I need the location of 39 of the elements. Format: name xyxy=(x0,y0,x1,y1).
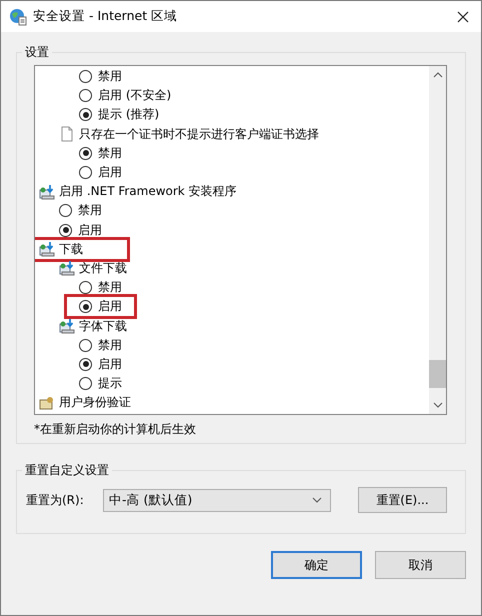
cancel-button[interactable]: 取消 xyxy=(375,551,466,579)
group-title: 设置 xyxy=(24,44,50,61)
radio-option[interactable]: 提示 xyxy=(79,375,122,392)
setting-label: 启用 .NET Framework 安装程序 xyxy=(59,183,237,200)
computer-icon xyxy=(59,260,75,276)
setting-label: 用户身份验证 xyxy=(59,394,131,412)
setting-label: 下载 xyxy=(59,240,83,258)
radio-option[interactable]: 禁用 xyxy=(79,336,122,354)
setting-label: 只存在一个证书时不提示进行客户端证书选择 xyxy=(79,126,319,143)
computer-icon xyxy=(39,184,55,200)
group-title: 重置自定义设置 xyxy=(24,462,110,479)
chevron-down-icon xyxy=(312,497,322,503)
close-icon[interactable] xyxy=(457,10,469,22)
computer-icon xyxy=(59,318,75,334)
field-label: 重置为(R): xyxy=(26,492,85,508)
note-text: *在重新启动你的计算机后生效 xyxy=(34,421,197,438)
level-dropdown[interactable]: 中-高 (默认值) xyxy=(103,488,331,512)
setting-label: 文件下载 xyxy=(79,260,127,277)
radio-option[interactable]: 禁用 xyxy=(79,279,122,296)
radio-option[interactable]: 提示 (推荐) xyxy=(79,106,160,124)
radio-option[interactable]: 启用 xyxy=(79,356,122,373)
reset-button[interactable]: 重置(E)... xyxy=(358,487,447,513)
window-title: 安全设置 - Internet 区域 xyxy=(33,8,178,25)
radio-option[interactable]: 启用 xyxy=(79,164,122,182)
radio-option[interactable]: 启用 xyxy=(79,298,122,316)
radio-option[interactable]: 禁用 xyxy=(79,144,122,162)
radio-option[interactable]: 禁用 xyxy=(79,68,122,86)
scroll-thumb[interactable] xyxy=(429,360,446,388)
radio-option[interactable]: 启用 (不安全) xyxy=(79,87,172,104)
document-icon xyxy=(59,126,75,142)
setting-label: 字体下载 xyxy=(79,318,127,335)
computer-icon xyxy=(39,241,55,258)
ok-button[interactable]: 确定 xyxy=(271,551,362,579)
scroll-down-icon[interactable] xyxy=(432,402,442,408)
globe-icon xyxy=(9,8,27,26)
scroll-up-icon[interactable] xyxy=(432,72,442,78)
radio-option[interactable]: 禁用 xyxy=(59,202,102,220)
radio-option[interactable]: 启用 xyxy=(59,222,102,239)
scrollbar[interactable] xyxy=(429,66,446,414)
